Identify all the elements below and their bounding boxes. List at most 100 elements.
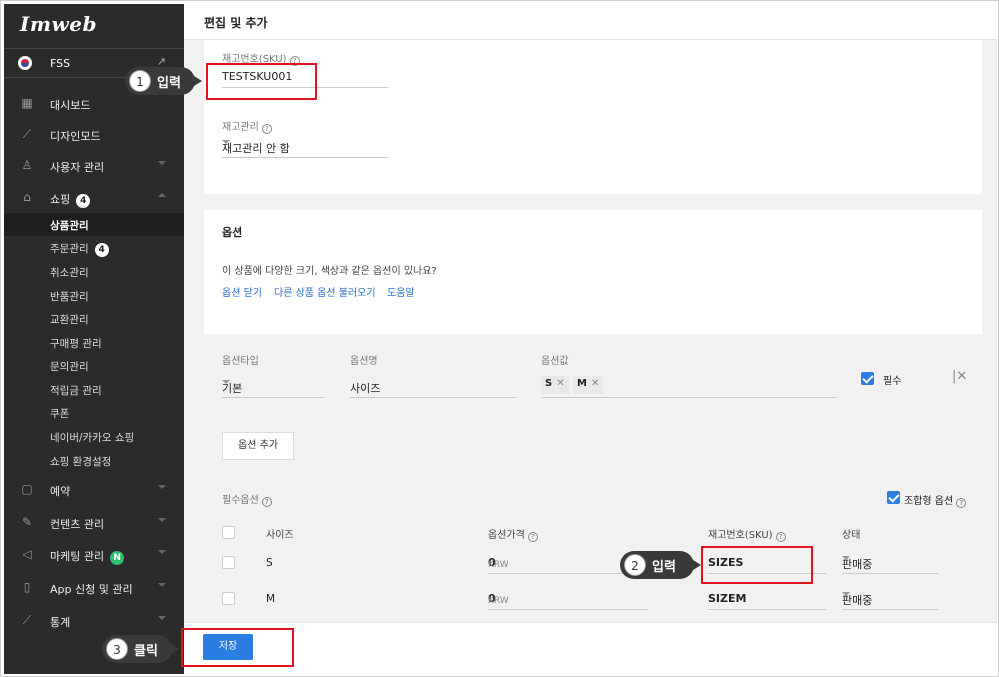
step-number: 1 [129,70,151,92]
sub-label: 상품관리 [50,220,89,232]
select-all-checkbox[interactable] [222,526,235,539]
sub-label: 교환관리 [50,314,89,326]
callout-step-1: 1 입력 [125,67,202,95]
megaphone-icon: ◁ [22,547,32,561]
help-icon[interactable]: ? [261,497,272,507]
required-label: 필수 [883,376,902,387]
nav-shopping[interactable]: ⌂ 쇼핑 4 [4,184,184,212]
nav-user-management[interactable]: ♙ 사용자 관리 [4,152,184,180]
nav-marketing-management[interactable]: ◁ 마케팅 관리 N [4,541,184,569]
new-badge: N [110,551,125,565]
nav-design-mode[interactable]: ⟋ 디자인모드 [4,121,184,149]
sub-return-management[interactable]: 반품관리 [4,284,184,307]
stock-select[interactable]: 재고관리 안 함 [222,136,388,158]
col-price: 옵션가격? [488,526,538,542]
highlight-option-sku [701,546,813,584]
combo-option-checkbox[interactable] [887,491,900,504]
required-checkbox[interactable] [861,372,874,385]
option-tag-s[interactable]: S ✕ [541,376,569,394]
close-options-link[interactable]: 옵션 닫기 [222,284,262,299]
status-select[interactable]: 판매중 [842,552,938,574]
sub-shop-settings[interactable]: 쇼핑 환경설정 [4,449,184,472]
sub-label: 네이버/카카오 쇼핑 [50,432,135,444]
nav-statistics[interactable]: ⟋ 통계 [4,607,184,635]
chevron-down-icon [158,583,166,587]
tag-label: S [545,378,553,389]
phone-icon: ▯ [23,580,31,594]
nav-label-text: 마케팅 관리 [50,550,105,563]
option-sku-value: SIZEM [708,592,747,605]
sub-cancel-management[interactable]: 취소관리 [4,260,184,283]
sub-label: 반품관리 [50,291,89,303]
orders-badge: 4 [94,243,109,257]
screenshot-frame: Imweb FSS ↗ ▦ 대시보드 ⟋ 디자인모드 ♙ 사용자 관리 ⌂ 쇼핑… [0,0,999,677]
nav-content-management[interactable]: ✎ 컨텐츠 관리 [4,509,184,537]
sub-product-management[interactable]: 상품관리 [4,213,184,236]
load-options-link[interactable]: 다른 상품 옵션 불러오기 [274,284,376,299]
option-type-label: 옵션타입 [222,356,259,367]
sub-coupon[interactable]: 쿠폰 [4,401,184,424]
main-content: 재고번호(SKU)? TESTSKU001 재고관리? 재고관리 안 함 옵션 … [184,40,997,674]
stock-select-value: 재고관리 안 함 [222,142,290,155]
close-icon[interactable]: ✕ [591,378,599,389]
inventory-card: 재고번호(SKU)? TESTSKU001 재고관리? 재고관리 안 함 [204,40,982,194]
sub-points-management[interactable]: 적립금 관리 [4,378,184,401]
sub-label: 구매평 관리 [50,338,102,350]
imweb-logo[interactable]: Imweb [20,12,97,36]
nav-label: 컨텐츠 관리 [50,518,105,531]
shopping-badge: 4 [76,194,91,208]
required-options-label-text: 필수옵션 [222,495,259,506]
chevron-down-icon [158,485,166,489]
help-icon[interactable]: ? [527,532,538,542]
nav-label: App 신청 및 관리 [50,583,133,596]
option-name-input[interactable]: 사이즈 [350,376,516,398]
options-card: 옵션 이 상품에 다양한 크기, 색상과 같은 옵션이 있나요? 옵션 닫기 다… [204,210,982,334]
col-price-text: 옵션가격 [488,530,525,541]
sub-inquiry-management[interactable]: 문의관리 [4,354,184,377]
row-checkbox[interactable] [222,592,235,605]
nav-label-text: 쇼핑 [50,193,71,206]
sub-order-management[interactable]: 주문관리 4 [4,236,184,259]
callout-step-3: 3 클릭 [102,635,179,663]
nav-label: 쇼핑 4 [50,191,91,208]
option-type-select[interactable]: 기본 [222,376,324,398]
chart-line-icon: ⟋ [22,613,32,627]
currency-label: KRW [488,596,509,606]
collapse-icon[interactable]: |✕ [952,369,967,384]
col-size: 사이즈 [266,530,294,541]
step-text: 입력 [157,76,181,91]
nav-app-management[interactable]: ▯ App 신청 및 관리 [4,574,184,602]
sub-label-text: 주문관리 [50,243,89,255]
row-size: M [266,593,276,605]
korea-flag-icon [18,56,32,70]
stock-label: 재고관리? [222,118,272,134]
sub-exchange-management[interactable]: 교환관리 [4,307,184,330]
col-sku-text: 재고번호(SKU) [708,530,773,541]
highlight-sku [206,63,317,100]
chevron-up-icon [158,193,166,197]
chevron-down-icon [158,550,166,554]
price-input[interactable]: KRW 0 [488,588,648,610]
stock-label-text: 재고관리 [222,122,259,133]
help-icon[interactable]: ? [261,124,272,134]
nav-reservation[interactable]: ▢ 예약 [4,476,184,504]
row-checkbox[interactable] [222,556,235,569]
option-sku-input[interactable]: SIZEM [708,588,826,610]
help-icon[interactable]: ? [775,532,786,542]
status-select[interactable]: 판매중 [842,588,938,610]
sub-review-management[interactable]: 구매평 관리 [4,331,184,354]
close-icon[interactable]: ✕ [556,378,564,389]
option-tag-m[interactable]: M ✕ [573,376,604,394]
chevron-down-icon [158,518,166,522]
site-name: FSS [50,57,71,70]
nav-label: 사용자 관리 [50,161,105,174]
add-option-button[interactable]: 옵션 추가 [222,432,294,460]
nav-label: 예약 [50,485,71,498]
help-link[interactable]: 도움말 [387,284,415,299]
required-options-label: 필수옵션? [222,491,272,507]
chevron-down-icon [222,380,230,384]
sub-label: 주문관리 4 [50,241,109,257]
help-icon[interactable]: ? [956,498,967,508]
sub-naver-kakao-shopping[interactable]: 네이버/카카오 쇼핑 [4,425,184,448]
page-title: 편집 및 추가 [204,16,268,30]
